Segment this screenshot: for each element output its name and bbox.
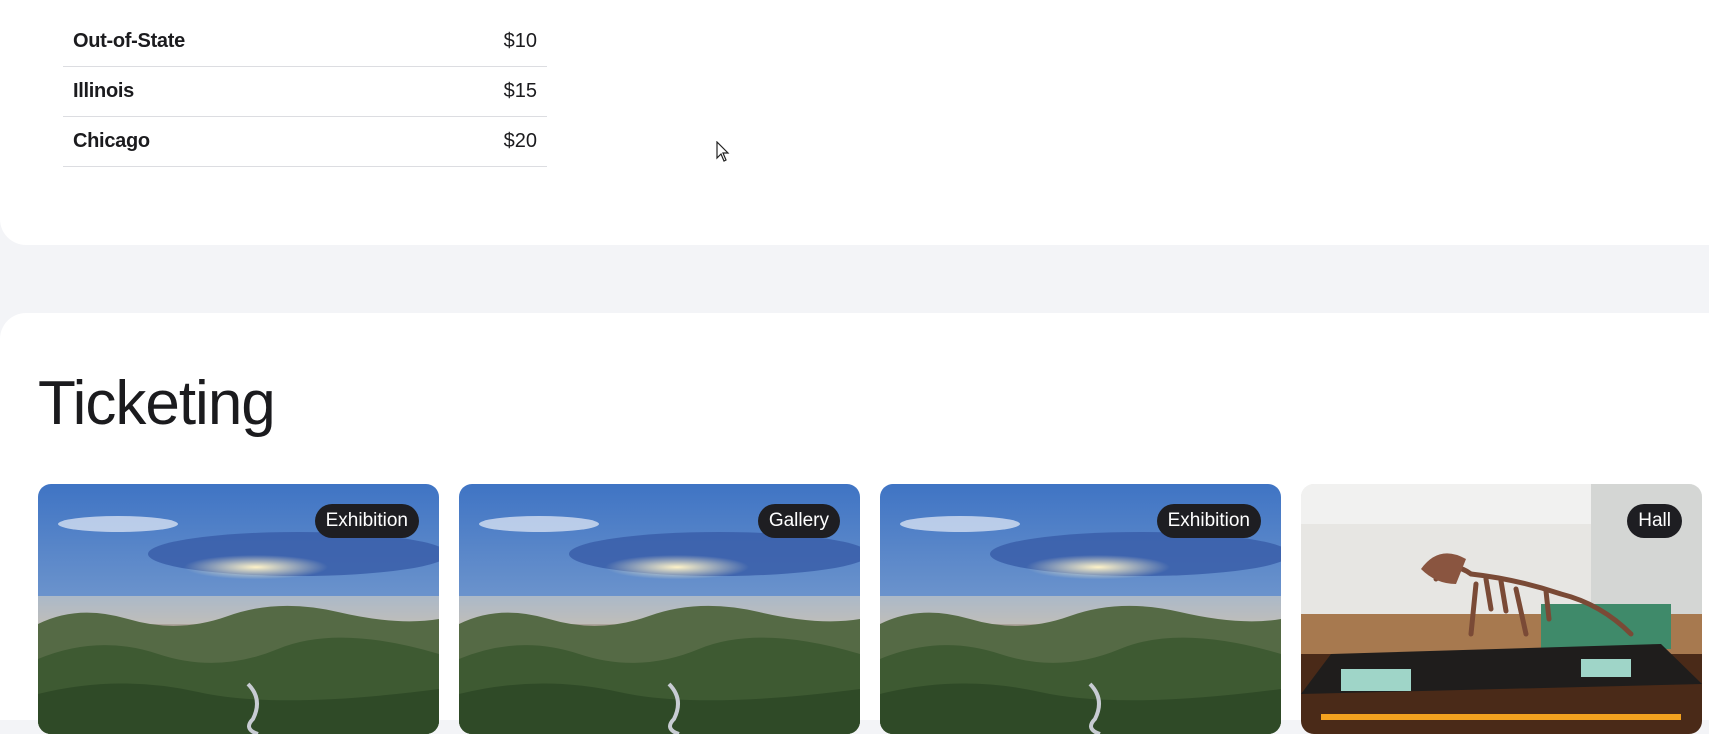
price-table: Out-of-State $10 Illinois $15 Chicago $2…	[63, 17, 547, 167]
category-badge: Exhibition	[1156, 504, 1261, 538]
mouse-cursor-icon	[716, 141, 730, 162]
category-badge: Exhibition	[314, 504, 419, 538]
ticketing-section: Ticketing Exhibition Gallery Exhibition …	[0, 313, 1709, 734]
ticket-card[interactable]: Exhibition	[38, 484, 439, 734]
price-row-label: Chicago	[73, 130, 150, 152]
price-row-label: Out-of-State	[73, 30, 185, 52]
price-row-label: Illinois	[73, 80, 134, 102]
price-row: Illinois $15	[63, 67, 547, 117]
ticket-card[interactable]: Gallery	[459, 484, 860, 734]
price-row-value: $10	[503, 30, 537, 52]
section-title: Ticketing	[38, 369, 276, 438]
price-row: Out-of-State $10	[63, 17, 547, 67]
price-row-value: $15	[503, 80, 537, 102]
price-row: Chicago $20	[63, 117, 547, 167]
ticket-card[interactable]: Hall	[1301, 484, 1702, 734]
price-row-value: $20	[503, 130, 537, 152]
category-badge: Hall	[1627, 504, 1682, 538]
ticket-card[interactable]: Exhibition	[880, 484, 1281, 734]
pricing-panel: Out-of-State $10 Illinois $15 Chicago $2…	[0, 0, 1709, 245]
category-badge: Gallery	[757, 504, 840, 538]
